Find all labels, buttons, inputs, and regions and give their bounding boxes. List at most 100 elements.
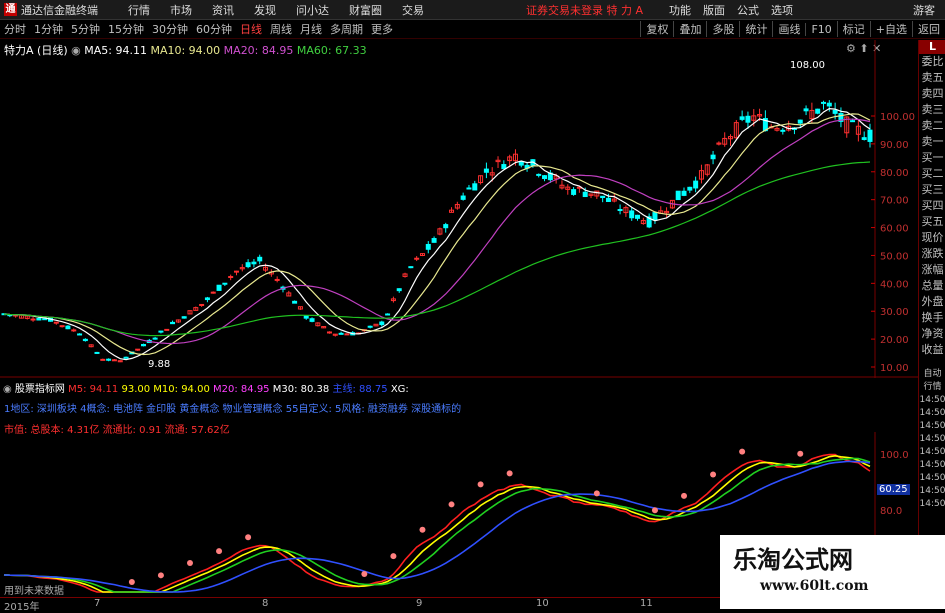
signal-marker	[681, 492, 688, 499]
candle-body	[233, 270, 239, 273]
menu-layout[interactable]: 版面	[697, 2, 731, 18]
candle-body	[826, 102, 832, 107]
panel-item: 收益	[921, 343, 944, 356]
login-warning[interactable]: 证券交易未登录 特 力 A	[526, 2, 643, 18]
candle-body	[582, 191, 588, 198]
candle-body	[408, 266, 414, 269]
kline-chart[interactable]: 100.00 90.00 80.00 70.00 60.00 50.00 40.00 30.0…	[0, 40, 918, 378]
low-price-label: 9.88	[148, 359, 170, 370]
tool-adjust[interactable]: 复权	[640, 21, 673, 37]
signal-marker	[797, 450, 804, 457]
menu-trade[interactable]: 交易	[392, 2, 434, 18]
panel-bottom-item: 14:50	[919, 408, 945, 418]
panel-bottom-item: 14:50	[919, 473, 945, 483]
candle-body	[59, 325, 65, 328]
candle-body	[850, 120, 856, 123]
menu-formula[interactable]: 公式	[731, 2, 765, 18]
signal-marker	[477, 481, 484, 488]
period-daily[interactable]: 日线	[236, 21, 266, 37]
panel-bottom-item[interactable]: 自动	[919, 368, 945, 381]
candle-body	[228, 276, 234, 279]
tool-f10[interactable]: F10	[805, 22, 836, 36]
panel-bottom-item: 14:50	[919, 499, 945, 509]
price-axis-label: 100.00	[880, 112, 915, 123]
period-15min[interactable]: 15分钟	[104, 21, 148, 37]
candle-body	[152, 337, 158, 340]
signal-marker	[216, 548, 223, 555]
indicator-toggle-icon[interactable]: ◉	[3, 384, 12, 395]
tool-multistock[interactable]: 多股	[706, 21, 739, 37]
time-label-oct: 10	[536, 598, 549, 609]
menu-function[interactable]: 功能	[663, 2, 697, 18]
guest-label[interactable]: 游客	[913, 2, 935, 18]
tool-draw[interactable]: 画线	[772, 21, 805, 37]
panel-item: 买四	[921, 199, 944, 212]
menu-market[interactable]: 市场	[160, 2, 202, 18]
period-30min[interactable]: 30分钟	[148, 21, 192, 37]
panel-item: 卖五	[921, 71, 944, 84]
signal-marker	[739, 448, 746, 455]
candle-body	[338, 332, 344, 335]
title-bar: 通 通达信金融终端 行情 市场 资讯 发现 问小达 财富圈 交易 证券交易未登录…	[0, 0, 945, 20]
tool-stats[interactable]: 统计	[739, 21, 772, 37]
candle-body	[367, 325, 373, 328]
menu-quotes[interactable]: 行情	[118, 2, 160, 18]
period-1min[interactable]: 1分钟	[30, 21, 67, 37]
signal-marker	[651, 507, 658, 514]
price-axis-label: 80.00	[880, 168, 909, 179]
period-5min[interactable]: 5分钟	[67, 21, 104, 37]
period-more[interactable]: 更多	[367, 21, 397, 37]
menu-news[interactable]: 资讯	[202, 2, 244, 18]
signal-marker	[245, 534, 252, 541]
panel-item: 净资	[921, 327, 944, 340]
period-monthly[interactable]: 月线	[296, 21, 326, 37]
tool-overlay[interactable]: 叠加	[673, 21, 706, 37]
panel-bottom-item[interactable]: 行情	[919, 381, 945, 394]
candle-body	[309, 318, 315, 322]
panel-item: 买三	[921, 183, 944, 196]
candle-body	[745, 115, 751, 123]
candle-body	[635, 214, 641, 219]
panel-bottom-item: 14:50	[919, 447, 945, 457]
candle-body	[693, 180, 699, 189]
panel-bottom-item: 14:50	[919, 395, 945, 405]
menu-options[interactable]: 选项	[765, 2, 799, 18]
ma5-line	[3, 107, 871, 361]
candle-body	[600, 195, 606, 199]
candle-body	[292, 300, 298, 304]
signal-marker	[128, 579, 135, 585]
candle-body	[135, 348, 141, 351]
time-label-sep: 9	[416, 598, 423, 609]
candle-body	[832, 109, 838, 114]
app-logo-icon: 通	[4, 3, 17, 16]
signal-marker	[157, 572, 164, 579]
price-axis-label: 20.00	[880, 335, 909, 346]
period-timeshare[interactable]: 分时	[0, 21, 30, 37]
price-axis-label: 60.00	[880, 224, 909, 235]
panel-item: 涨幅	[921, 263, 944, 276]
menu-ask[interactable]: 问小达	[286, 2, 339, 18]
tool-mark[interactable]: 标记	[836, 21, 870, 37]
panel-collapse-icon[interactable]: L	[919, 40, 945, 54]
period-weekly[interactable]: 周线	[266, 21, 296, 37]
panel-item: 卖三	[921, 103, 944, 116]
panel-bottom-item: 14:50	[919, 421, 945, 431]
tool-watchlist[interactable]: +自选	[869, 21, 912, 37]
candle-body	[326, 331, 332, 334]
indicator-title: 股票指标网	[14, 384, 65, 395]
tool-back[interactable]: 返回	[912, 21, 945, 37]
menu-discover[interactable]: 发现	[244, 2, 286, 18]
menu-wealth[interactable]: 财富圈	[339, 2, 392, 18]
candle-body	[251, 261, 257, 265]
candle-body	[344, 333, 350, 336]
ma20-line	[3, 118, 871, 345]
period-60min[interactable]: 60分钟	[192, 21, 236, 37]
indicator-xg: XG:	[390, 384, 409, 395]
price-axis-label: 10.00	[880, 363, 909, 374]
panel-item: 委比	[921, 55, 944, 68]
candle-body	[605, 197, 611, 202]
period-multi[interactable]: 多周期	[326, 21, 367, 37]
candle-body	[245, 262, 251, 268]
candle-body	[36, 317, 42, 321]
candle-body	[30, 318, 36, 321]
